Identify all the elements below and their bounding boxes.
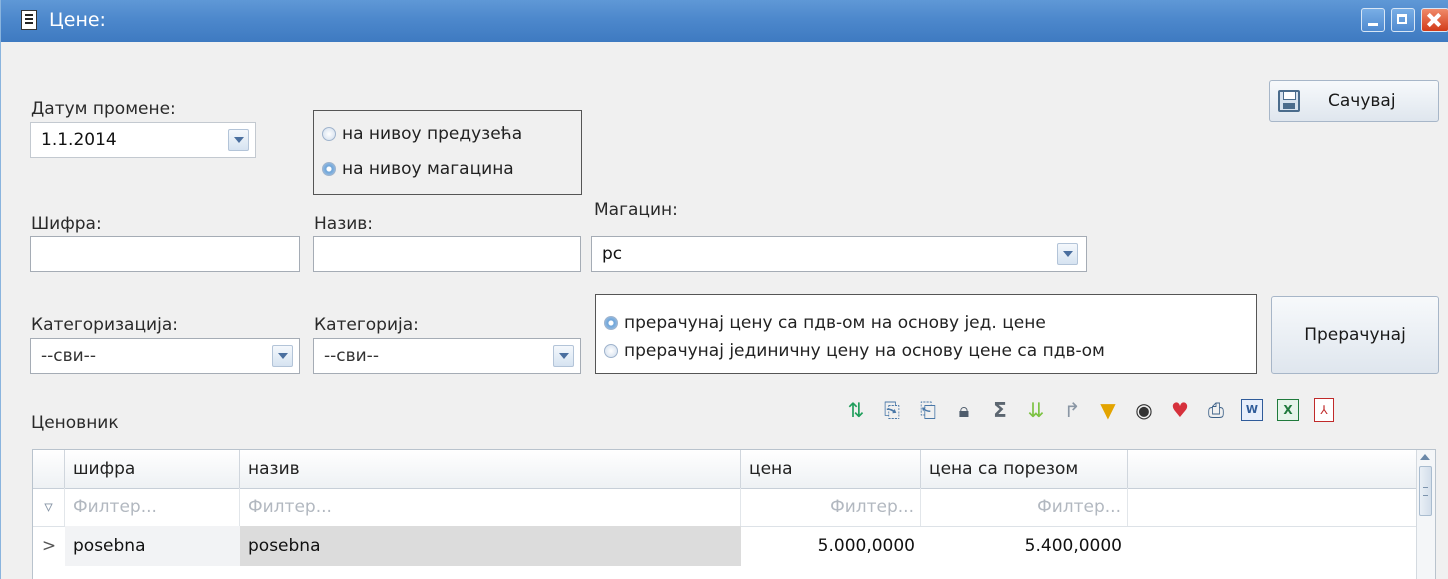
radio-selected-icon bbox=[322, 162, 336, 176]
radio-selected-icon bbox=[604, 316, 618, 330]
filter-price-tax-input[interactable]: Филтер... bbox=[921, 488, 1128, 526]
refresh-icon[interactable]: ⇅ bbox=[841, 396, 871, 424]
window-title: Цене: bbox=[49, 9, 106, 31]
filter-code-input[interactable]: Филтер... bbox=[65, 488, 240, 526]
export-all-icon[interactable]: ⎗ bbox=[913, 396, 943, 424]
title-bar: Цене: bbox=[1, 0, 1448, 42]
scroll-up-icon[interactable] bbox=[1420, 454, 1430, 460]
sum-icon[interactable]: Σ bbox=[985, 396, 1015, 424]
column-header-price-tax[interactable]: цена са порезом bbox=[921, 450, 1128, 488]
filter-price-input[interactable]: Филтер... bbox=[741, 488, 921, 526]
radio-icon bbox=[604, 344, 618, 358]
prices-window: Цене: Датум промене: 1.1.2014 на нивоу п… bbox=[0, 0, 1448, 579]
warehouse-select[interactable]: pc bbox=[591, 236, 1087, 272]
grid-filter-row: ▿ Филтер... Филтер... Филтер... Филтер..… bbox=[33, 488, 1418, 527]
level-groupbox: на нивоу предузећа на нивоу магацина bbox=[313, 110, 582, 195]
filter-name-input[interactable]: Филтер... bbox=[240, 488, 741, 526]
chevron-down-icon[interactable] bbox=[1057, 243, 1078, 265]
document-icon bbox=[21, 10, 37, 30]
column-header-name[interactable]: назив bbox=[240, 450, 741, 488]
lock-icon[interactable]: 🔒︎ bbox=[949, 396, 979, 424]
cell-code[interactable]: posebna bbox=[65, 526, 240, 566]
column-header-price[interactable]: цена bbox=[741, 450, 921, 488]
row-selector-chevron-icon[interactable]: > bbox=[33, 526, 65, 566]
warehouse-value: pc bbox=[602, 244, 623, 264]
pricelist-grid[interactable]: шифра назив цена цена са порезом ▿ Филте… bbox=[32, 449, 1436, 579]
calc-groupbox: прерачунај цену са пдв-ом на основу јед.… bbox=[595, 294, 1257, 374]
grid-header-row: шифра назив цена цена са порезом bbox=[33, 450, 1418, 489]
cell-price[interactable]: 5.000,0000 bbox=[741, 526, 921, 566]
radio-icon bbox=[322, 127, 336, 141]
minimize-button[interactable] bbox=[1361, 8, 1385, 32]
print-icon[interactable]: ⎙ bbox=[1201, 396, 1231, 424]
code-label: Шифра: bbox=[31, 214, 102, 234]
vertical-scrollbar[interactable] bbox=[1416, 450, 1435, 579]
pdf-export-icon[interactable]: ⅄ bbox=[1309, 396, 1339, 424]
name-label: Назив: bbox=[314, 214, 374, 234]
floppy-disk-icon bbox=[1278, 90, 1300, 112]
date-picker[interactable]: 1.1.2014 bbox=[30, 122, 256, 158]
redirect-icon[interactable]: ↱ bbox=[1057, 396, 1087, 424]
category-label: Категорија: bbox=[314, 315, 419, 335]
calc-option-price-with-tax[interactable]: прерачунај цену са пдв-ом на основу јед.… bbox=[604, 313, 1046, 333]
word-export-icon[interactable]: W bbox=[1237, 396, 1267, 424]
scroll-thumb[interactable] bbox=[1419, 466, 1432, 516]
table-row[interactable]: > posebna posebna 5.000,0000 5.400,0000 bbox=[33, 526, 1418, 566]
export-selected-icon[interactable]: ⎘ bbox=[877, 396, 907, 424]
categorization-value: --сви-- bbox=[41, 346, 96, 366]
calc-option-unit-price[interactable]: прерачунај јединичну цену на основу цене… bbox=[604, 341, 1105, 361]
maximize-button[interactable] bbox=[1391, 8, 1415, 32]
name-input[interactable] bbox=[313, 236, 581, 272]
cell-price-tax[interactable]: 5.400,0000 bbox=[921, 526, 1128, 566]
row-indicator-header bbox=[33, 450, 65, 488]
expand-icon[interactable]: ⇊ bbox=[1021, 396, 1051, 424]
filter-icon[interactable]: ▼ bbox=[1093, 396, 1123, 424]
view-icon[interactable]: ◉ bbox=[1129, 396, 1159, 424]
save-button[interactable]: Сачувај bbox=[1269, 80, 1439, 122]
chevron-down-icon[interactable] bbox=[272, 345, 293, 367]
category-value: --сви-- bbox=[324, 346, 379, 366]
level-option-warehouse[interactable]: на нивоу магацина bbox=[322, 159, 514, 179]
categorization-label: Категоризација: bbox=[31, 315, 178, 335]
pricelist-label: Ценовник bbox=[31, 413, 119, 433]
recalculate-button[interactable]: Прерачунај bbox=[1271, 296, 1439, 374]
column-header-code[interactable]: шифра bbox=[65, 450, 240, 488]
category-select[interactable]: --сви-- bbox=[313, 338, 581, 374]
date-label: Датум промене: bbox=[31, 99, 176, 119]
chevron-down-icon[interactable] bbox=[228, 129, 249, 151]
filter-icon: ▿ bbox=[33, 488, 65, 526]
date-value: 1.1.2014 bbox=[41, 130, 117, 150]
code-input[interactable] bbox=[30, 236, 300, 272]
grid-toolbar: ⇅ ⎘ ⎗ 🔒︎ Σ ⇊ ↱ ▼ ◉ ♥ ⎙ W X ⅄ bbox=[841, 396, 1339, 426]
warehouse-label: Магацин: bbox=[594, 200, 678, 220]
categorization-select[interactable]: --сви-- bbox=[30, 338, 300, 374]
cell-name[interactable]: posebna bbox=[240, 526, 741, 566]
chevron-down-icon[interactable] bbox=[553, 345, 574, 367]
level-option-company[interactable]: на нивоу предузећа bbox=[322, 124, 522, 144]
excel-export-icon[interactable]: X bbox=[1273, 396, 1303, 424]
close-button[interactable] bbox=[1421, 8, 1448, 32]
favorite-icon[interactable]: ♥ bbox=[1165, 396, 1195, 424]
